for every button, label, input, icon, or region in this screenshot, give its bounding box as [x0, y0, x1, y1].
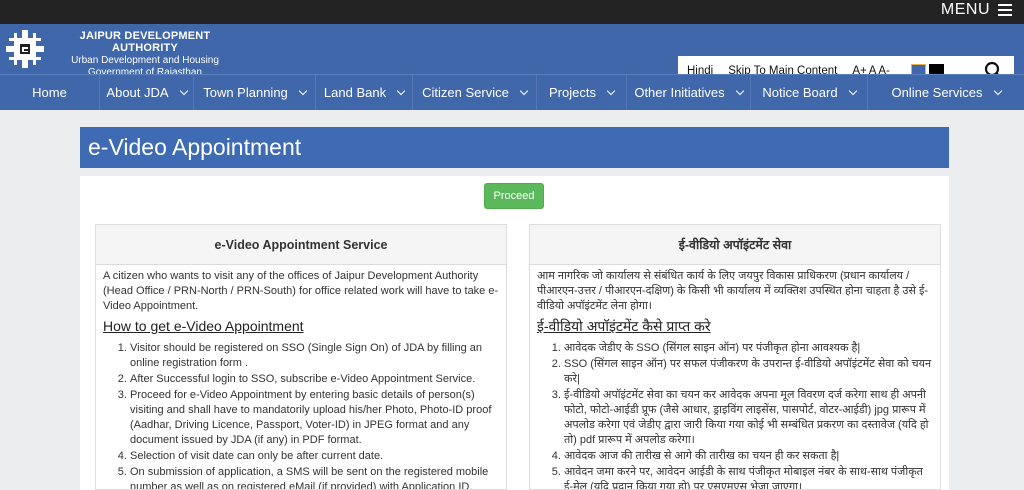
- nav-label: Town Planning: [203, 85, 288, 100]
- proceed-button[interactable]: Proceed: [484, 183, 544, 209]
- nav-label: Notice Board: [762, 85, 838, 100]
- top-bar: MENU: [0, 0, 1024, 24]
- nav-item-other-initiatives[interactable]: Other Initiatives: [627, 75, 751, 110]
- steps-list: Visitor should be registered on SSO (Sin…: [103, 341, 499, 489]
- chevron-down-icon: [396, 86, 406, 95]
- hindi-info-panel: ई-वीडियो अपॉइंटमेंट सेवा आम नागरिक जो का…: [529, 224, 941, 490]
- chevron-down-icon: [298, 86, 308, 95]
- list-item: आवेदक आज की तारीख से आगे की तारीख का चयन…: [564, 449, 933, 464]
- list-item: SSO (सिंगल साइन ऑन) पर सफल पंजीकरण के उप…: [564, 357, 933, 387]
- organization-name: JAIPUR DEVELOPMENT AUTHORITY Urban Devel…: [50, 30, 240, 78]
- menu-label: MENU: [940, 1, 990, 18]
- nav-item-notice-board[interactable]: Notice Board: [751, 75, 868, 110]
- list-item: Visitor should be registered on SSO (Sin…: [130, 341, 499, 371]
- org-department: Urban Development and Housing: [71, 55, 219, 66]
- chevron-down-icon: [993, 86, 1002, 95]
- list-item: After Successful login to SSO, subscribe…: [130, 372, 499, 387]
- intro-text: A citizen who wants to visit any of the …: [103, 270, 499, 312]
- list-item: आवेदन जमा करने पर, आवेदन आईडी के साथ पंज…: [564, 465, 933, 489]
- nav-item-land-bank[interactable]: Land Bank: [316, 75, 413, 110]
- chevron-down-icon: [848, 86, 857, 95]
- site-header: JAIPUR DEVELOPMENT AUTHORITY Urban Devel…: [0, 24, 1024, 86]
- howto-heading: ई-वीडियो अपॉइंटमेंट कैसे प्राप्त करे: [537, 318, 711, 334]
- nav-label: Land Bank: [323, 85, 387, 100]
- menu-button[interactable]: MENU: [941, 1, 1012, 19]
- nav-item-town-planning[interactable]: Town Planning: [194, 75, 316, 110]
- intro-text: आम नागरिक जो कार्यालय से संबंधित कार्य क…: [537, 270, 929, 312]
- page-title: e-Video Appointment: [88, 134, 302, 160]
- steps-list: आवेदक जेडीए के SSO (सिंगल साइन ऑन) पर पं…: [537, 341, 933, 489]
- nav-item-home[interactable]: Home: [0, 75, 100, 110]
- list-item: On submission of application, a SMS will…: [130, 465, 499, 489]
- list-item: ई-वीडियो अपॉइंटमेंट सेवा का चयन कर आवेदक…: [564, 388, 933, 448]
- nav-item-about-jda[interactable]: About JDA: [100, 75, 194, 110]
- chevron-down-icon: [519, 86, 529, 95]
- english-info-panel: e-Video Appointment Service A citizen wh…: [95, 224, 507, 490]
- nav-item-projects[interactable]: Projects: [537, 75, 627, 110]
- howto-heading: How to get e-Video Appointment: [103, 318, 304, 334]
- panel-body: आम नागरिक जो कार्यालय से संबंधित कार्य क…: [530, 265, 940, 489]
- list-item: Proceed for e-Video Appointment by enter…: [130, 388, 499, 448]
- hamburger-icon: [998, 4, 1012, 16]
- org-title: JAIPUR DEVELOPMENT AUTHORITY: [79, 30, 211, 54]
- chevron-down-icon: [735, 86, 744, 95]
- list-item: Selection of visit date can only be afte…: [130, 449, 499, 464]
- panel-body: A citizen who wants to visit any of the …: [96, 265, 506, 489]
- nav-label: Citizen Service: [422, 85, 509, 100]
- page-title-bar: e-Video Appointment: [80, 127, 949, 168]
- panel-heading: e-Video Appointment Service: [96, 225, 506, 265]
- nav-item-online-services[interactable]: Online Services: [868, 75, 1024, 110]
- chevron-down-icon: [606, 86, 616, 95]
- nav-label: About JDA: [106, 85, 169, 100]
- nav-item-citizen-service[interactable]: Citizen Service: [413, 75, 537, 110]
- nav-label: Other Initiatives: [634, 85, 725, 100]
- jda-logo-icon[interactable]: [5, 29, 45, 69]
- main-navigation: Home About JDA Town Planning Land Bank C…: [0, 74, 1024, 110]
- nav-label: Home: [32, 85, 67, 100]
- list-item: आवेदक जेडीए के SSO (सिंगल साइन ऑन) पर पं…: [564, 341, 933, 356]
- panel-heading: ई-वीडियो अपॉइंटमेंट सेवा: [530, 225, 940, 265]
- chevron-down-icon: [179, 86, 188, 95]
- nav-label: Online Services: [891, 85, 983, 100]
- nav-label: Projects: [549, 85, 596, 100]
